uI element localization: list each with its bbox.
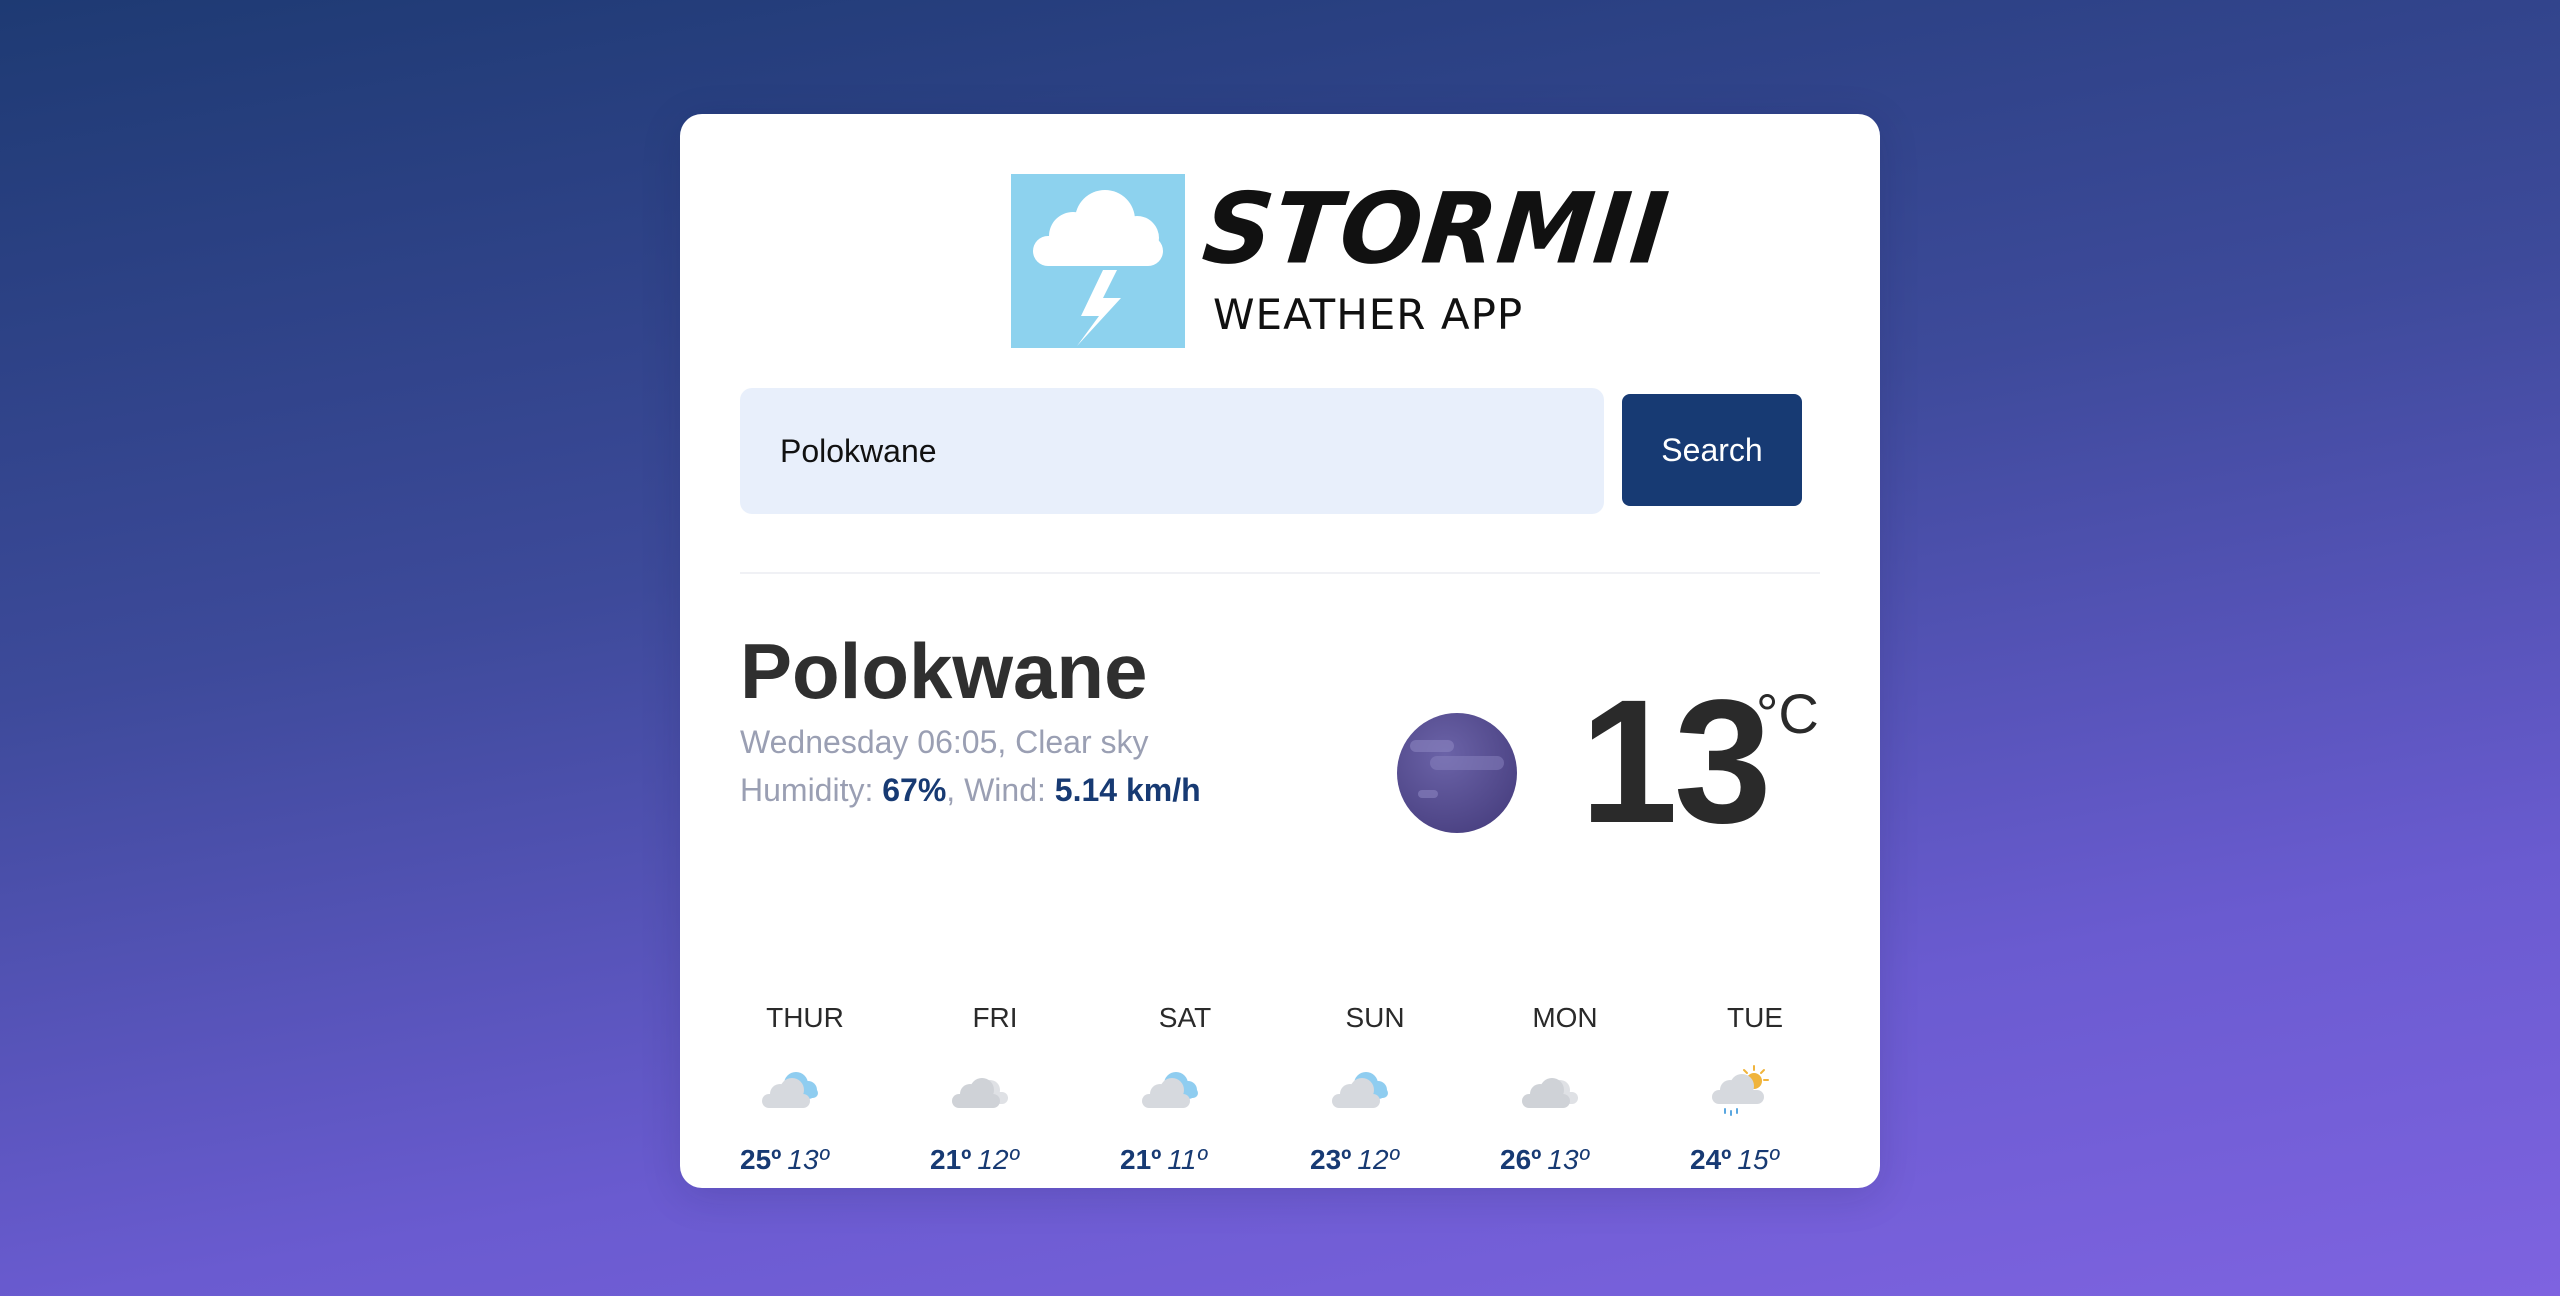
forecast-min: 11º xyxy=(1167,1144,1207,1175)
forecast-day-name: SUN xyxy=(1345,1002,1405,1033)
forecast-max: 25º xyxy=(740,1144,782,1175)
forecast-day: FRI 21º 12º xyxy=(930,992,1110,1192)
forecast-day: THUR 25º 13º xyxy=(740,992,920,1192)
humidity-wind-line: Humidity: 67%, Wind: 5.14 km/h xyxy=(740,774,1201,806)
forecast-day: SAT 21º 11º xyxy=(1120,992,1300,1192)
forecast-temps: 25º 13º xyxy=(740,1146,829,1174)
date-condition-line: Wednesday 06:05, Clear sky xyxy=(740,724,1149,760)
forecast-day: SUN 23º 12º xyxy=(1310,992,1490,1192)
wind-label: , Wind: xyxy=(946,772,1055,808)
forecast-temps: 24º 15º xyxy=(1690,1146,1779,1174)
night-moon-icon xyxy=(1396,712,1518,834)
forecast-day-name: THUR xyxy=(766,1002,844,1033)
forecast-day: TUE 24º 15º xyxy=(1690,992,1870,1192)
humidity-label: Humidity: xyxy=(740,772,883,808)
forecast-temps: 21º 11º xyxy=(1120,1146,1207,1174)
forecast-max: 26º xyxy=(1500,1144,1542,1175)
forecast-max: 21º xyxy=(1120,1144,1162,1175)
forecast-day-name: TUE xyxy=(1727,1002,1783,1033)
logo: STORMII WEATHER APP xyxy=(1011,172,1674,350)
forecast-temps: 21º 12º xyxy=(930,1146,1019,1174)
logo-subtitle: WEATHER APP xyxy=(1213,290,1524,339)
forecast-min: 12º xyxy=(1357,1144,1399,1175)
forecast-min: 13º xyxy=(1547,1144,1589,1175)
forecast-min: 13º xyxy=(787,1144,829,1175)
wind-value: 5.14 km/h xyxy=(1054,772,1201,808)
forecast-max: 24º xyxy=(1690,1144,1732,1175)
overcast-icon xyxy=(946,1062,1018,1118)
forecast-temps: 26º 13º xyxy=(1500,1146,1589,1174)
cloudy-icon xyxy=(1136,1062,1208,1118)
weather-card: STORMII WEATHER APP Search Polokwane Wed… xyxy=(680,114,1880,1188)
humidity-value: 67% xyxy=(882,772,947,808)
forecast-day-name: SAT xyxy=(1158,1002,1212,1033)
city-name: Polokwane xyxy=(740,627,1148,715)
forecast: THUR 25º 13º FRI 21º 12º SAT 21º 11º SUN… xyxy=(740,992,1880,1192)
forecast-max: 21º xyxy=(930,1144,972,1175)
forecast-min: 15º xyxy=(1737,1144,1779,1175)
sun-rain-icon xyxy=(1706,1062,1778,1118)
cloudy-icon xyxy=(1326,1062,1398,1118)
forecast-day-name: MON xyxy=(1532,1002,1598,1033)
search-button[interactable]: Search xyxy=(1622,394,1802,506)
divider xyxy=(740,572,1820,574)
overcast-icon xyxy=(1516,1062,1588,1118)
forecast-day: MON 26º 13º xyxy=(1500,992,1680,1192)
forecast-temps: 23º 12º xyxy=(1310,1146,1399,1174)
forecast-max: 23º xyxy=(1310,1144,1352,1175)
cloudy-icon xyxy=(756,1062,828,1118)
current-temperature: 13 xyxy=(1580,664,1772,860)
forecast-day-name: FRI xyxy=(972,1002,1018,1033)
storm-cloud-icon xyxy=(1011,174,1185,348)
forecast-min: 12º xyxy=(977,1144,1019,1175)
logo-title: STORMII xyxy=(1197,171,1674,287)
city-search-input[interactable] xyxy=(740,388,1604,514)
temperature-unit: °C xyxy=(1756,682,1819,745)
